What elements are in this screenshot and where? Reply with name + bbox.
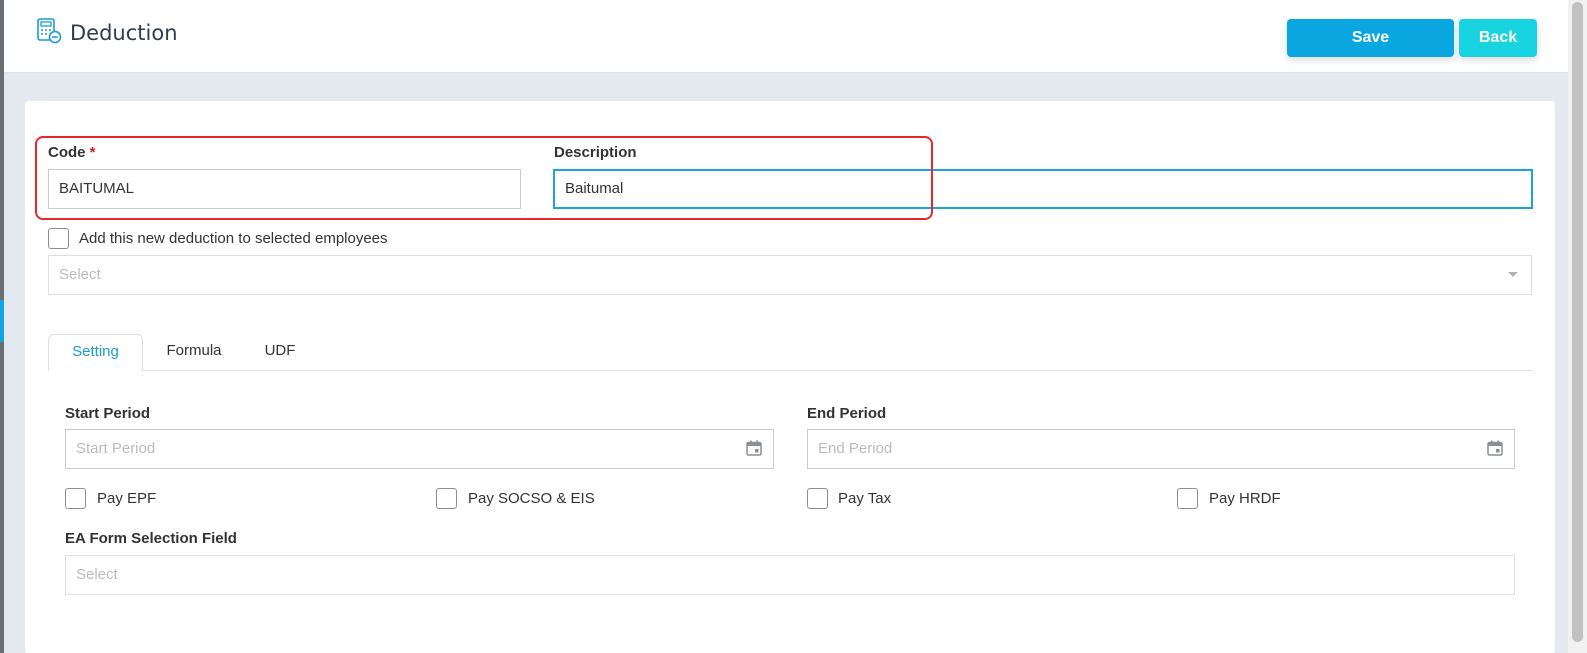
- code-label: Code *: [48, 144, 96, 161]
- end-period-input[interactable]: End Period: [807, 429, 1515, 469]
- tab-setting[interactable]: Setting: [48, 334, 143, 371]
- add-to-employees-checkbox[interactable]: [48, 228, 69, 249]
- start-period-input[interactable]: Start Period: [65, 429, 774, 469]
- tab-formula[interactable]: Formula: [150, 334, 238, 371]
- back-button[interactable]: Back: [1459, 19, 1537, 57]
- pay-socso-eis-label: Pay SOCSO & EIS: [468, 490, 595, 507]
- description-label: Description: [554, 144, 637, 161]
- calendar-icon[interactable]: [746, 440, 762, 456]
- end-period-label: End Period: [807, 405, 887, 422]
- scrollbar-thumb[interactable]: [1572, 2, 1583, 642]
- ea-form-select[interactable]: Select: [65, 555, 1515, 595]
- add-to-employees-label: Add this new deduction to selected emplo…: [79, 230, 388, 247]
- calendar-icon[interactable]: [1487, 440, 1503, 456]
- pay-hrdf-label: Pay HRDF: [1209, 490, 1281, 507]
- page-header: Deduction Save Back: [4, 0, 1568, 73]
- page-title: Deduction: [70, 21, 178, 45]
- code-input[interactable]: BAITUMAL: [48, 169, 521, 209]
- employees-select-placeholder: Select: [59, 266, 101, 283]
- employees-select[interactable]: Select: [48, 255, 1532, 295]
- pay-hrdf-checkbox[interactable]: [1177, 488, 1198, 509]
- required-mark: *: [89, 144, 96, 161]
- left-rail-active-indicator: [0, 300, 4, 342]
- calculator-minus-icon: [37, 18, 62, 44]
- pay-socso-eis-checkbox[interactable]: [436, 488, 457, 509]
- start-period-placeholder: Start Period: [76, 440, 156, 457]
- end-period-placeholder: End Period: [818, 440, 893, 457]
- pay-epf-checkbox[interactable]: [65, 488, 86, 509]
- description-input[interactable]: Baitumal: [553, 169, 1533, 209]
- pay-tax-checkbox[interactable]: [807, 488, 828, 509]
- pay-epf-label: Pay EPF: [97, 490, 157, 507]
- start-period-label: Start Period: [65, 405, 151, 422]
- pay-tax-label: Pay Tax: [838, 490, 892, 507]
- tab-udf[interactable]: UDF: [246, 334, 314, 371]
- ea-form-placeholder: Select: [76, 566, 118, 583]
- chevron-down-icon: [1508, 272, 1518, 277]
- code-label-text: Code: [48, 144, 86, 161]
- save-button[interactable]: Save: [1287, 19, 1454, 57]
- ea-form-label: EA Form Selection Field: [65, 530, 237, 547]
- scrollbar[interactable]: [1568, 0, 1587, 653]
